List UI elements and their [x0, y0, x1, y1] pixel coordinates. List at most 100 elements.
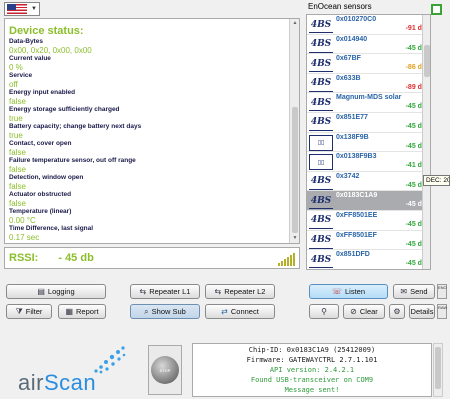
sensor-id: 0x014940 — [336, 35, 368, 43]
knob-disk-icon: STOP — [151, 356, 179, 384]
us-flag-icon — [7, 4, 27, 14]
sensor-row[interactable]: 4BS 0x851DFD -45 dB — [307, 250, 430, 269]
airscan-window: ▼ EnOcean sensors Device status: Data-By… — [0, 0, 450, 399]
report-button[interactable]: ▦ Report — [58, 304, 106, 319]
status-field-label: Failure temperature sensor, out off rang… — [9, 157, 136, 164]
sensor-row[interactable]: 4BS Magnum-MDS solar -45 dB — [307, 93, 430, 113]
logging-button-label: Logging — [47, 287, 75, 296]
status-field-label: Energy storage sufficiently charged — [9, 106, 120, 113]
connect-label: Connect — [230, 307, 259, 316]
console-found-transceiver: Found USB-transceiver on COM9 — [250, 376, 374, 384]
status-field-value: false — [9, 97, 26, 106]
chevron-down-icon: ▼ — [31, 6, 37, 12]
sensor-row[interactable]: 4BS 0x0183C1A9 -45 dB — [307, 191, 430, 211]
listen-label: Listen — [345, 287, 366, 296]
status-field-value: 0x00, 0x20, 0x00, 0x00 — [9, 46, 92, 55]
status-field-label: Service — [9, 72, 33, 79]
status-field-value: false — [9, 182, 26, 191]
listen-button[interactable]: ☏ Listen — [309, 284, 388, 299]
eep-4bs-icon: 4BS — [309, 115, 333, 131]
sensor-row[interactable]: 4BS 0x67BF -86 dB — [307, 54, 430, 74]
repeater-l2-button[interactable]: ⇆ Repeater L2 — [205, 284, 275, 299]
sensor-tooltip: DEC: 20 — [423, 175, 450, 186]
sensor-list[interactable]: 4BS 0x010270C0 -91 dB 4BS 0x014940 -45 dB 4BS 0… — [306, 14, 431, 270]
status-field-label: Data-Bytes — [9, 38, 43, 45]
sensor-row[interactable]: 4BS 0x3742 -45 dB — [307, 172, 430, 192]
status-field-value: 0.17 sec — [9, 233, 40, 242]
send-icon: ✉ — [400, 287, 408, 296]
status-field-label: Battery capacity; change battery next da… — [9, 123, 142, 130]
sensor-row[interactable]: 4BS 0x014940 -45 dB — [307, 35, 430, 55]
eep-4bs-icon: 4BS — [309, 213, 333, 229]
scroll-up-icon[interactable]: ▲ — [290, 19, 299, 28]
sensor-row[interactable]: 4BS 0x010270C0 -91 dB — [307, 15, 430, 35]
scroll-down-icon[interactable]: ▼ — [290, 234, 299, 243]
console-firmware: Firmware: GATEWAYCTRL 2.7.1.101 — [246, 356, 378, 364]
status-field-value: true — [9, 114, 23, 123]
sensor-id: 0x851DFD — [336, 251, 370, 259]
status-field-label: Detection, window open — [9, 174, 84, 181]
clear-label: Clear — [359, 307, 378, 316]
status-field-value: true — [9, 131, 23, 140]
repeater-l1-label: Repeater L1 — [149, 287, 191, 296]
logging-button[interactable]: ▤ Logging — [6, 284, 106, 299]
link-button[interactable]: ⚲ — [309, 304, 339, 319]
clear-icon: ⊘ — [350, 307, 357, 316]
status-field-value: false — [9, 199, 26, 208]
status-scrollbar[interactable]: ▲ ▼ — [289, 19, 299, 243]
switch-sensor-icon: ▯▯ — [309, 134, 333, 151]
status-field-value: 0.00 °C — [9, 216, 36, 225]
filter-button[interactable]: ⧩ Filter — [6, 304, 52, 319]
repeater-l1-button[interactable]: ⇆ Repeater L1 — [130, 284, 200, 299]
message-console: Chip-ID: 0x0183C1A9 (25412009) Firmware:… — [192, 343, 432, 397]
sensor-row[interactable]: ▯▯ 0x0138F9B3 -41 dB — [307, 152, 430, 172]
console-api-version: API version: 2.4.2.1 — [269, 366, 355, 374]
panel-toggle-checkbox[interactable] — [431, 4, 442, 15]
eep-4bs-icon: 4BS — [309, 37, 333, 53]
status-scroll-thumb[interactable] — [292, 107, 298, 233]
sensor-row[interactable]: ▯▯ 0x138F9B -45 dB — [307, 133, 430, 153]
report-icon: ▦ — [65, 307, 74, 316]
sensor-id: 0x138F9B — [336, 133, 369, 141]
sensor-row[interactable]: 4BS 0xFF8501EE -45 dB — [307, 211, 430, 231]
sensor-row[interactable]: 4BS 0xFF8501EF -45 dB — [307, 231, 430, 251]
sensor-id: 0x67BF — [336, 55, 361, 63]
search-icon: ⌕ — [144, 306, 149, 316]
gear-icon: ⚙ — [393, 307, 401, 316]
sensor-id: 0xFF8501EE — [336, 211, 378, 219]
status-field-value: false — [9, 148, 26, 157]
language-select[interactable]: ▼ — [4, 2, 40, 16]
details-button[interactable]: Details — [409, 304, 435, 319]
settings-button[interactable]: ⚙ — [389, 304, 405, 319]
start-stop-knob[interactable]: STOP — [148, 345, 182, 395]
sensor-scroll-thumb[interactable] — [424, 45, 430, 77]
filter-button-label: Filter — [25, 307, 43, 316]
repeater-icon: ⇆ — [139, 287, 147, 296]
device-status-panel[interactable]: Device status: Data-Bytes 0x00, 0x20, 0x0… — [4, 18, 300, 244]
repeater-icon: ⇆ — [214, 287, 222, 296]
airscan-logo: airScan — [18, 370, 96, 396]
sensor-row[interactable]: 4BS 0x851E77 -45 dB — [307, 113, 430, 133]
eep-4bs-icon: 4BS — [309, 95, 333, 112]
connect-button[interactable]: ⇄ Connect — [205, 304, 275, 319]
connect-icon: ⇄ — [221, 307, 228, 316]
eno-mode-button[interactable]: ENO — [437, 284, 447, 299]
sensor-row[interactable]: 4BS 0x633B -89 dB — [307, 74, 430, 94]
device-status-title: Device status: — [9, 25, 84, 37]
switch-sensor-icon: ▯▯ — [309, 154, 333, 171]
status-field-value: 0 % — [9, 63, 23, 72]
link-icon: ⚲ — [321, 307, 327, 316]
eep-4bs-icon: 4BS — [309, 56, 333, 73]
raw-mode-button[interactable]: RAW — [437, 304, 447, 319]
console-message-sent: Message sent! — [284, 386, 340, 394]
console-scroll-thumb[interactable] — [435, 347, 441, 389]
show-sub-button[interactable]: ⌕ Show Sub — [130, 304, 200, 319]
status-field-label: Temperature (linear) — [9, 208, 72, 215]
repeater-l2-label: Repeater L2 — [224, 287, 266, 296]
clear-button[interactable]: ⊘ Clear — [343, 304, 385, 319]
console-scrollbar[interactable] — [433, 343, 443, 397]
sensor-list-scrollbar[interactable] — [422, 15, 430, 269]
report-button-label: Report — [76, 307, 99, 316]
listen-icon: ☏ — [331, 287, 342, 296]
send-button[interactable]: ✉ Send — [393, 284, 435, 299]
